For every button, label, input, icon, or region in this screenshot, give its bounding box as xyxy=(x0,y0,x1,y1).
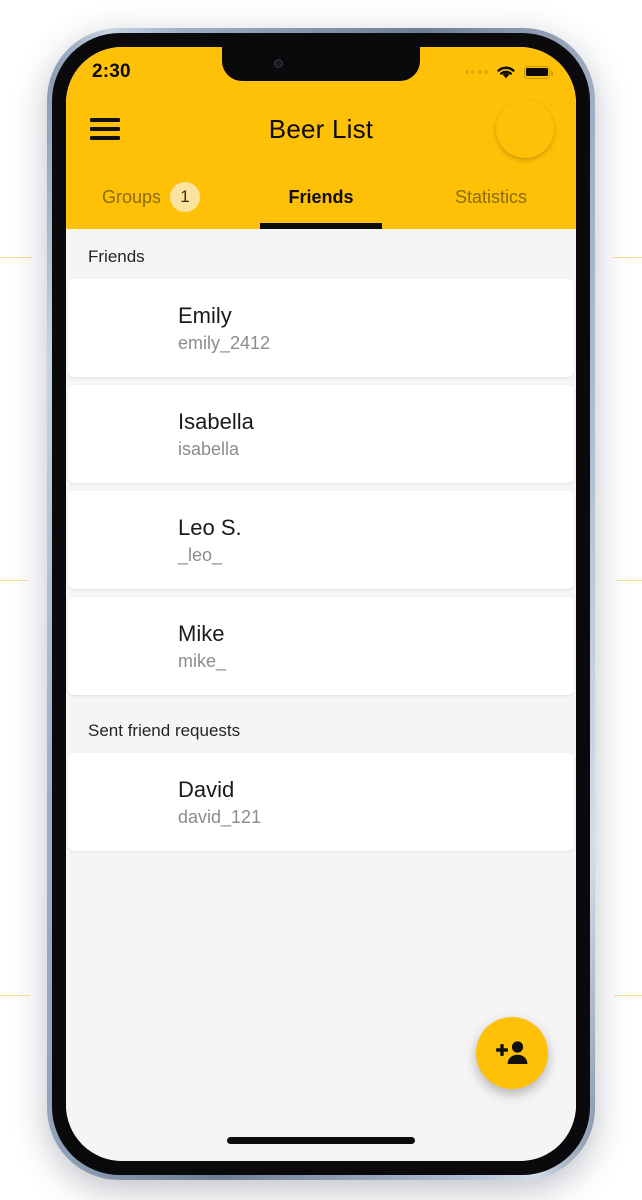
list-item[interactable]: David david_121 xyxy=(68,753,574,851)
tab-groups-badge: 1 xyxy=(170,182,201,212)
tab-statistics[interactable]: Statistics xyxy=(406,165,576,229)
list-item[interactable]: Mike mike_ xyxy=(68,597,574,695)
tab-friends[interactable]: Friends xyxy=(236,165,406,229)
list-item-handle: david_121 xyxy=(178,806,262,827)
leo-avatar xyxy=(86,505,156,575)
tab-statistics-label: Statistics xyxy=(454,186,528,207)
signal-dots-icon xyxy=(464,70,488,74)
background-guide-line xyxy=(0,995,30,996)
emily-avatar xyxy=(86,293,156,363)
section-header-friends: Friends xyxy=(66,229,576,279)
background-guide-line xyxy=(616,580,642,581)
hamburger-menu-icon[interactable] xyxy=(90,118,120,140)
mike-avatar xyxy=(86,611,156,681)
background-guide-line xyxy=(612,257,642,258)
tab-groups-label: Groups xyxy=(101,186,162,207)
person-add-icon xyxy=(496,1041,528,1064)
front-camera-icon xyxy=(274,59,283,68)
display-notch xyxy=(222,47,420,81)
list-item-handle: emily_2412 xyxy=(178,332,271,353)
background-guide-line xyxy=(0,257,32,258)
list-item-handle: isabella xyxy=(178,438,240,459)
tab-friends-label: Friends xyxy=(288,186,354,207)
app-bar: Beer List xyxy=(66,93,576,165)
status-bar-indicators xyxy=(464,64,553,80)
phone-bezel: 2:30 Beer List Groups 1 Friends Statisti… xyxy=(52,33,590,1175)
list-item-name: Leo S. xyxy=(178,514,242,540)
list-item[interactable]: Emily emily_2412 xyxy=(68,279,574,377)
status-bar-clock: 2:30 xyxy=(92,61,131,82)
list-item[interactable]: Leo S. _leo_ xyxy=(68,491,574,589)
phone-screen: 2:30 Beer List Groups 1 Friends Statisti… xyxy=(66,47,576,1161)
list-item-name: Mike xyxy=(178,620,225,646)
isabella-avatar xyxy=(86,399,156,469)
home-indicator[interactable] xyxy=(227,1137,415,1144)
screenshot-stage: 2:30 Beer List Groups 1 Friends Statisti… xyxy=(0,0,642,1200)
david-avatar xyxy=(86,767,156,837)
list-item-handle: mike_ xyxy=(178,650,227,671)
list-item-name: David xyxy=(178,776,235,802)
list-item-name: Emily xyxy=(178,302,232,328)
battery-full-icon xyxy=(524,65,553,79)
background-guide-line xyxy=(0,580,28,581)
add-friend-fab[interactable] xyxy=(476,1017,548,1089)
phone-frame: 2:30 Beer List Groups 1 Friends Statisti… xyxy=(47,28,595,1180)
user-profile-avatar[interactable] xyxy=(496,100,554,158)
tab-groups[interactable]: Groups 1 xyxy=(66,165,236,229)
tab-bar: Groups 1 Friends Statistics xyxy=(66,165,576,229)
background-guide-line xyxy=(614,995,642,996)
list-item[interactable]: Isabella isabella xyxy=(68,385,574,483)
section-header-sent-friend-requests: Sent friend requests xyxy=(66,703,576,753)
tab-active-underline xyxy=(259,223,383,229)
list-item-name: Isabella xyxy=(178,408,254,434)
wifi-icon xyxy=(497,66,515,79)
list-item-handle: _leo_ xyxy=(178,544,223,565)
